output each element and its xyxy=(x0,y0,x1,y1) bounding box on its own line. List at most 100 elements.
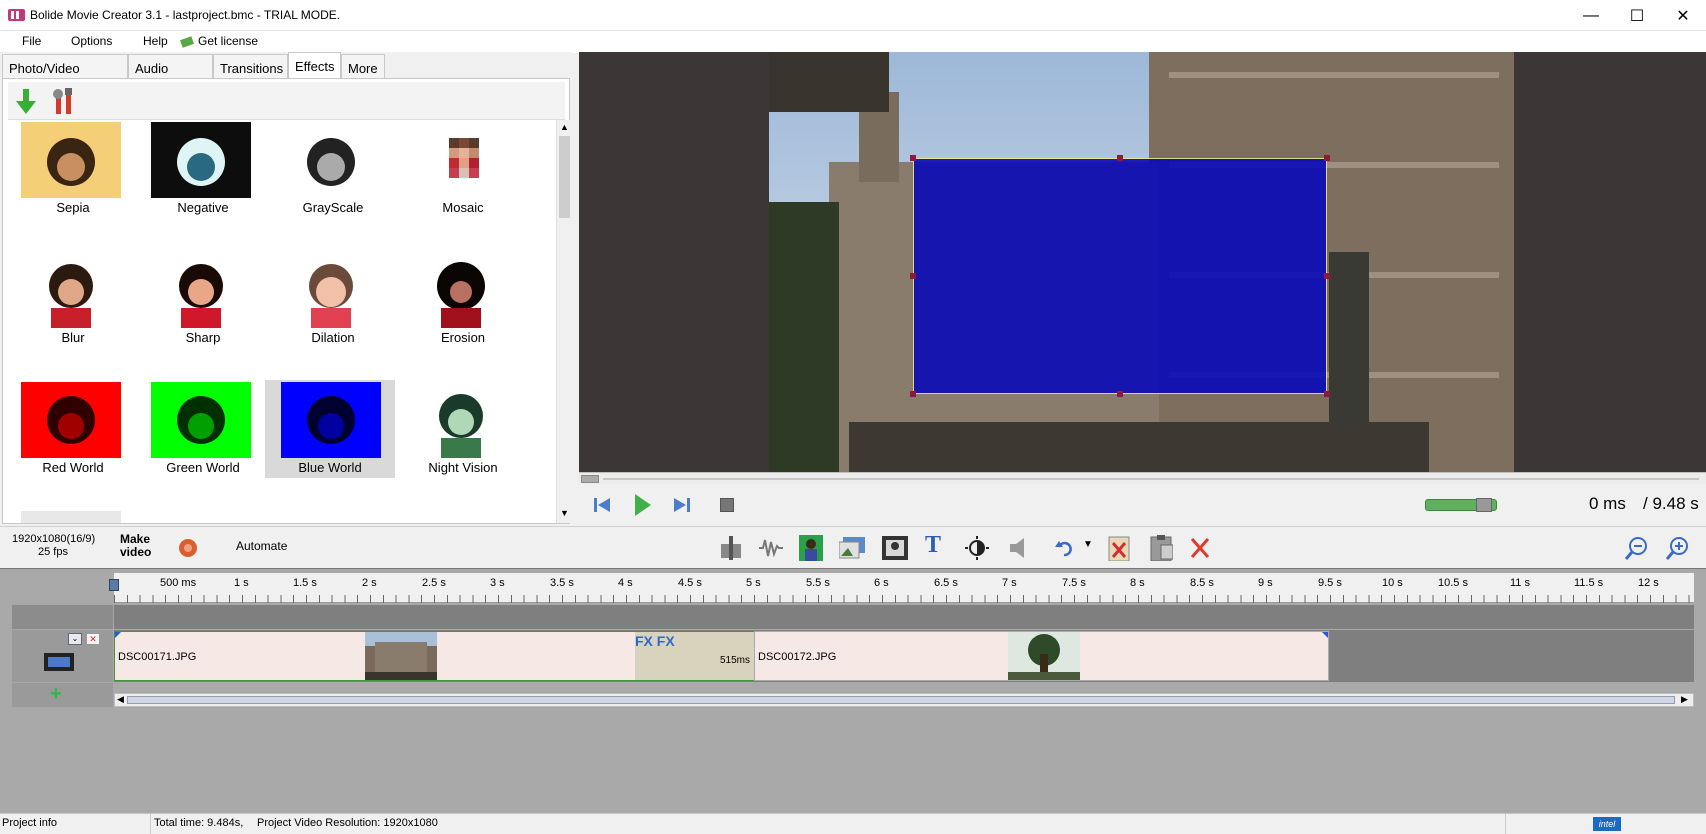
tab-more[interactable]: More xyxy=(341,54,385,78)
video-clip[interactable]: DSC00172.JPG xyxy=(754,631,1329,681)
previous-frame-icon[interactable] xyxy=(594,497,610,513)
ruler-tick-label: 2 s xyxy=(362,577,377,589)
add-text-icon[interactable]: T xyxy=(925,532,941,559)
seek-thumb[interactable] xyxy=(581,475,599,483)
tab-effects[interactable]: Effects xyxy=(288,52,341,80)
effect-grayscale[interactable]: GrayScale xyxy=(265,120,383,216)
menu-get-license[interactable]: Get license xyxy=(198,34,258,48)
next-frame-icon[interactable] xyxy=(674,497,690,513)
effects-vertical-scrollbar[interactable]: ▲ ▼ xyxy=(556,120,571,523)
remove-track-close-icon[interactable]: ✕ xyxy=(86,633,100,645)
split-clip-icon[interactable] xyxy=(719,536,743,560)
automate-button[interactable]: Automate xyxy=(236,539,287,553)
volume-speaker-icon[interactable] xyxy=(1008,536,1028,560)
play-icon[interactable] xyxy=(634,493,652,517)
effect-label: Mosaic xyxy=(442,200,484,215)
zoom-in-icon[interactable] xyxy=(1666,536,1690,560)
project-info[interactable]: Project info xyxy=(2,817,57,829)
scroll-up-icon[interactable]: ▲ xyxy=(560,122,569,132)
add-track-plus-icon[interactable]: + xyxy=(50,683,62,706)
menu-options[interactable]: Options xyxy=(71,34,112,48)
volume-slider[interactable] xyxy=(1425,498,1497,512)
resize-handle[interactable] xyxy=(910,391,916,397)
effect-thumbnail xyxy=(21,252,121,328)
clip-start-marker xyxy=(115,632,121,638)
timeline-horizontal-scrollbar[interactable]: ◀ ▶ xyxy=(114,693,1694,707)
tab-transitions[interactable]: Transitions xyxy=(213,54,288,78)
undo-icon[interactable] xyxy=(1055,539,1073,557)
tab-photo-video-library[interactable]: Photo/Video Library xyxy=(2,54,128,91)
maximize-button[interactable]: ☐ xyxy=(1614,0,1660,31)
effect-thumbnail xyxy=(151,382,251,458)
zoom-out-icon[interactable] xyxy=(1625,536,1649,560)
ruler-tick-label: 11 s xyxy=(1510,577,1530,589)
effect-blur[interactable]: Blur xyxy=(5,250,123,346)
resize-handle[interactable] xyxy=(910,155,916,161)
video-clip[interactable]: DSC00171.JPG FX FX 515ms xyxy=(114,631,754,681)
scroll-thumb[interactable] xyxy=(559,136,570,218)
minimize-button[interactable]: — xyxy=(1568,0,1614,31)
playback-seek-bar[interactable] xyxy=(579,472,1706,484)
effect-night-vision[interactable]: Night Vision xyxy=(395,380,513,476)
resize-handle[interactable] xyxy=(1324,273,1330,279)
cut-clipboard-icon[interactable] xyxy=(1107,535,1131,561)
ruler-tick-label: 4 s xyxy=(618,577,633,589)
effect-label: Erosion xyxy=(440,330,486,345)
stop-icon[interactable] xyxy=(720,498,734,512)
effect-red-world[interactable]: Red World xyxy=(5,380,123,476)
playhead[interactable] xyxy=(109,579,119,591)
effect-overlay-region[interactable] xyxy=(913,158,1327,394)
resize-handle[interactable] xyxy=(1324,391,1330,397)
paste-clipboard-icon[interactable] xyxy=(1149,535,1173,561)
time-ruler[interactable]: 500 ms 1 s 1.5 s 2 s 2.5 s 3 s 3.5 s 4 s… xyxy=(109,573,1694,603)
volume-thumb[interactable] xyxy=(1476,498,1492,512)
resize-handle[interactable] xyxy=(1117,391,1123,397)
effect-settings-tools-icon[interactable] xyxy=(52,88,76,116)
overlay-track[interactable] xyxy=(114,605,1694,629)
library-tabs: Photo/Video Library Audio Library Transi… xyxy=(0,52,572,91)
apply-effect-down-arrow-icon[interactable] xyxy=(16,89,36,115)
effect-label: Negative xyxy=(177,200,229,215)
seek-track xyxy=(603,478,1699,480)
ruler-tick-label: 4.5 s xyxy=(678,577,702,589)
scroll-left-icon[interactable]: ◀ xyxy=(117,694,124,705)
effect-erosion[interactable]: Erosion xyxy=(395,250,513,346)
video-overlay-icon[interactable] xyxy=(882,536,908,560)
project-video-resolution: Project Video Resolution: 1920x1080 xyxy=(257,817,438,829)
scroll-down-icon[interactable]: ▼ xyxy=(560,508,569,518)
fx-effects-badge[interactable]: FX FX xyxy=(635,633,675,649)
tab-audio-library[interactable]: Audio Library xyxy=(128,54,213,91)
effect-blue-world[interactable]: Blue World xyxy=(265,380,395,478)
menu-help[interactable]: Help xyxy=(143,34,168,48)
video-preview[interactable] xyxy=(579,52,1706,472)
effect-mosaic[interactable]: Mosaic xyxy=(395,120,513,216)
window-title: Bolide Movie Creator 3.1 - lastproject.b… xyxy=(30,8,341,22)
scroll-right-icon[interactable]: ▶ xyxy=(1681,694,1688,705)
scroll-thumb[interactable] xyxy=(127,696,1675,704)
make-video-button[interactable]: Make video xyxy=(120,533,160,559)
insert-picture-icon[interactable] xyxy=(839,537,865,559)
effect-dilation[interactable]: Dilation xyxy=(265,250,383,346)
effect-thumbnail xyxy=(411,382,511,458)
resize-handle[interactable] xyxy=(910,273,916,279)
delete-icon[interactable] xyxy=(1190,537,1210,559)
ruler-tick-label: 9.5 s xyxy=(1318,577,1342,589)
menu-file[interactable]: File xyxy=(22,34,41,48)
effect-green-world[interactable]: Green World xyxy=(135,380,253,476)
add-person-image-icon[interactable] xyxy=(799,535,823,561)
ruler-tick-label: 12 s xyxy=(1638,577,1659,589)
effect-sharp[interactable]: Sharp xyxy=(135,250,253,346)
video-track[interactable]: DSC00171.JPG FX FX 515ms DSC00172.JPG xyxy=(114,630,1694,682)
effect-negative[interactable]: Negative xyxy=(135,120,253,216)
resize-handle[interactable] xyxy=(1117,155,1123,161)
resize-handle[interactable] xyxy=(1324,155,1330,161)
undo-dropdown-chevron-down-icon[interactable]: ▼ xyxy=(1083,539,1093,550)
collapse-track-chevron-icon[interactable]: ⌄ xyxy=(68,633,82,645)
make-video-record-icon[interactable] xyxy=(178,538,198,558)
effect-label: Blue World xyxy=(298,460,362,475)
brightness-icon[interactable] xyxy=(965,536,989,560)
effect-sepia[interactable]: Sepia xyxy=(5,120,123,216)
close-button[interactable]: ✕ xyxy=(1660,0,1706,31)
effect-thumbnail-partial[interactable] xyxy=(21,511,121,523)
audio-waveform-icon[interactable] xyxy=(759,536,783,560)
